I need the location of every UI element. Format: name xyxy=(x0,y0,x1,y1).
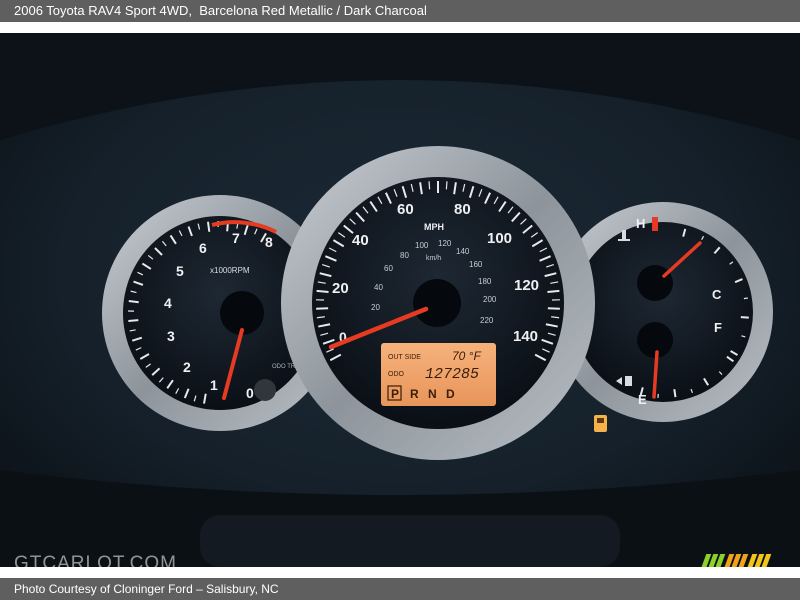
tach-label-8: 8 xyxy=(265,234,273,250)
instrument-cluster: x1000RPM ODO TRIP 0 1 2 3 4 5 6 7 8 H C … xyxy=(0,33,800,567)
tach-tick xyxy=(128,300,139,304)
gear-rest: R N D xyxy=(410,387,458,401)
speed-label-20: 20 xyxy=(332,280,349,297)
kmh-label-80: 80 xyxy=(400,251,409,260)
kmh-label-100: 100 xyxy=(415,241,429,250)
kmh-label-140: 140 xyxy=(456,247,470,256)
footer-bar: Photo Courtesy of Cloninger Ford – Salis… xyxy=(0,578,800,600)
kmh-label-60: 60 xyxy=(384,264,393,273)
speed-label-60: 60 xyxy=(397,201,414,218)
fuel-full-label: F xyxy=(714,320,722,335)
speed-tick xyxy=(547,289,560,294)
trip-reset-knob[interactable] xyxy=(254,379,276,401)
watermark-text: GTCARLOT.COM xyxy=(14,553,177,567)
tach-label-1: 1 xyxy=(210,377,218,393)
tach-label-5: 5 xyxy=(176,263,184,279)
kmh-label-180: 180 xyxy=(478,277,492,286)
fuel-tick xyxy=(673,389,677,398)
tach-label-0: 0 xyxy=(246,385,254,401)
tach-label-7: 7 xyxy=(232,230,240,246)
speed-label-120: 120 xyxy=(514,277,539,294)
vehicle-colors: Barcelona Red Metallic / Dark Charcoal xyxy=(199,3,427,18)
gear-active: P xyxy=(391,387,399,401)
tach-label-2: 2 xyxy=(183,359,191,375)
tach-label-6: 6 xyxy=(199,240,207,256)
kmh-label-20: 20 xyxy=(371,303,380,312)
speed-tick xyxy=(547,307,560,310)
tach-tick xyxy=(128,319,139,323)
tach-tick xyxy=(207,221,211,232)
speed-label-40: 40 xyxy=(352,232,369,249)
speed-tick xyxy=(316,307,329,310)
lcd-outside-label: OUT SIDE xyxy=(388,354,421,361)
tach-label-4: 4 xyxy=(164,295,172,311)
speed-unit-mph: MPH xyxy=(424,222,444,232)
low-fuel-warning-icon xyxy=(594,415,607,432)
kmh-label-40: 40 xyxy=(374,283,383,292)
dashboard-photo: x1000RPM ODO TRIP 0 1 2 3 4 5 6 7 8 H C … xyxy=(0,33,800,567)
vehicle-title: 2006 Toyota RAV4 Sport 4WD, xyxy=(14,3,193,18)
speed-label-100: 100 xyxy=(487,230,512,247)
speed-tick xyxy=(445,181,448,190)
kmh-label-220: 220 xyxy=(480,316,494,325)
lcd-display: OUT SIDE 70 °F ODO 127285 P R N D xyxy=(381,343,496,406)
fuel-empty-label: E xyxy=(638,392,647,407)
kmh-label-200: 200 xyxy=(483,295,497,304)
lcd-outside-temp: 70 °F xyxy=(452,349,481,363)
lcd-odo-label: ODO xyxy=(388,371,405,378)
speed-unit-kmh: km/h xyxy=(426,255,441,262)
temp-tick xyxy=(743,297,748,300)
tach-unit: x1000RPM xyxy=(210,266,250,275)
speed-label-80: 80 xyxy=(454,201,471,218)
lcd-odo-value: 127285 xyxy=(425,366,479,383)
kmh-label-120: 120 xyxy=(438,239,452,248)
temp-hot-label: H xyxy=(636,216,645,231)
speedometer: MPH km/h 0 20 40 60 80 100 120 140 20 40… xyxy=(281,146,595,460)
title-bar: 2006 Toyota RAV4 Sport 4WD, Barcelona Re… xyxy=(0,0,800,22)
speed-tick xyxy=(428,181,431,190)
kmh-label-160: 160 xyxy=(469,260,483,269)
tach-label-3: 3 xyxy=(167,328,175,344)
temp-tick xyxy=(740,316,749,319)
watermark-logo xyxy=(700,554,772,567)
speed-tick xyxy=(316,289,329,294)
speed-label-140: 140 xyxy=(513,328,538,345)
photo-credit: Photo Courtesy of Cloninger Ford – Salis… xyxy=(14,582,279,596)
temp-cold-label: C xyxy=(712,287,722,302)
